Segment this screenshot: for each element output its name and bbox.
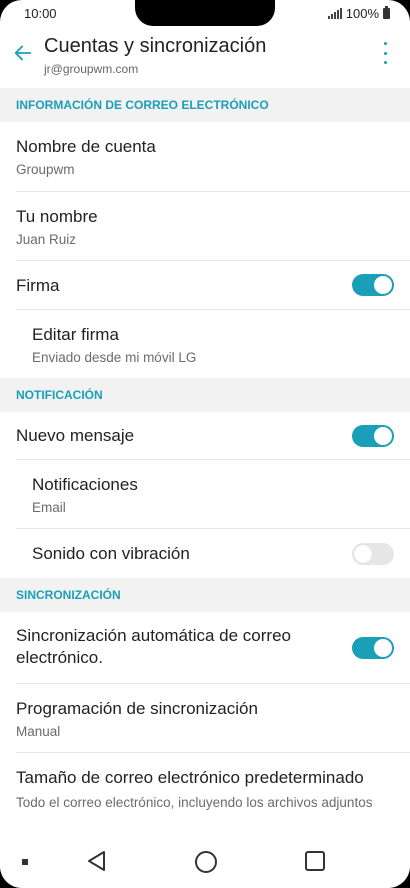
your-name-value: Juan Ruiz [16, 232, 77, 247]
signature-toggle[interactable] [352, 274, 394, 296]
notifications-value: Email [32, 500, 66, 515]
system-icons: 100% [327, 6, 390, 21]
signature-label: Firma [16, 276, 60, 295]
account-name-row[interactable]: Nombre de cuenta Groupwm [16, 122, 410, 192]
notifications-label: Notificaciones [32, 475, 138, 494]
auto-sync-row[interactable]: Sincronización automática de correo elec… [16, 612, 410, 684]
page-title: Cuentas y sincronización [44, 35, 267, 57]
new-message-row[interactable]: Nuevo mensaje [16, 412, 410, 460]
page-subtitle: jr@groupwm.com [44, 62, 139, 76]
auto-sync-label: Sincronización automática de correo elec… [16, 626, 291, 667]
signal-icon [327, 8, 342, 19]
toggle-knob [374, 638, 392, 657]
navigation-bar [0, 836, 410, 888]
your-name-label: Tu nombre [16, 207, 98, 226]
auto-sync-toggle[interactable] [352, 636, 394, 659]
sync-schedule-row[interactable]: Programación de sincronización Manual [16, 684, 410, 753]
edit-signature-row[interactable]: Editar firma Enviado desde mi móvil LG [16, 310, 410, 378]
toggle-knob [374, 276, 392, 294]
more-vertical-icon[interactable] [382, 42, 388, 64]
vibration-sound-row[interactable]: Sonido con vibración [16, 529, 410, 578]
sync-schedule-value: Manual [16, 724, 61, 739]
section-header-email-info: INFORMACIÓN DE CORREO ELECTRÓNICO [0, 88, 410, 122]
battery-text: 100% [345, 6, 379, 21]
vibration-sound-label: Sonido con vibración [32, 544, 190, 563]
status-bar: 10:00 100% [0, 0, 410, 28]
account-name-value: Groupwm [16, 162, 75, 177]
nav-dot-icon[interactable] [22, 859, 28, 865]
nav-recent-apps-icon[interactable] [305, 851, 325, 871]
new-message-toggle[interactable] [352, 424, 394, 447]
your-name-row[interactable]: Tu nombre Juan Ruiz [16, 192, 410, 261]
nav-home-icon[interactable] [195, 851, 217, 873]
default-email-size-row[interactable]: Tamaño de correo electrónico predetermin… [16, 753, 410, 833]
status-time: 10:00 [24, 6, 57, 21]
section-header-notification: NOTIFICACIÓN [0, 378, 410, 412]
camera-notch [135, 0, 275, 26]
edit-signature-value: Enviado desde mi móvil LG [32, 350, 197, 365]
nav-back-icon[interactable] [86, 850, 106, 872]
default-email-size-value: Todo el correo electrónico, incluyendo l… [16, 795, 373, 810]
battery-icon [383, 6, 390, 19]
vibration-sound-toggle[interactable] [352, 542, 394, 565]
edit-signature-label: Editar firma [32, 325, 119, 344]
account-name-label: Nombre de cuenta [16, 137, 156, 156]
sync-schedule-label: Programación de sincronización [16, 699, 258, 718]
settings-list: INFORMACIÓN DE CORREO ELECTRÓNICO Nombre… [0, 88, 410, 836]
signature-row[interactable]: Firma [16, 261, 410, 310]
new-message-label: Nuevo mensaje [16, 426, 135, 445]
notifications-row[interactable]: Notificaciones Email [16, 460, 410, 529]
section-header-sync: SINCRONIZACIÓN [0, 578, 410, 612]
toggle-knob [374, 426, 392, 445]
default-email-size-label: Tamaño de correo electrónico predetermin… [16, 768, 364, 787]
arrow-left-icon[interactable] [12, 42, 34, 64]
toggle-knob [354, 544, 372, 563]
phone-screen: 10:00 100% Cuentas y sincronización jr@g… [0, 0, 410, 888]
app-bar: Cuentas y sincronización jr@groupwm.com [0, 28, 410, 84]
